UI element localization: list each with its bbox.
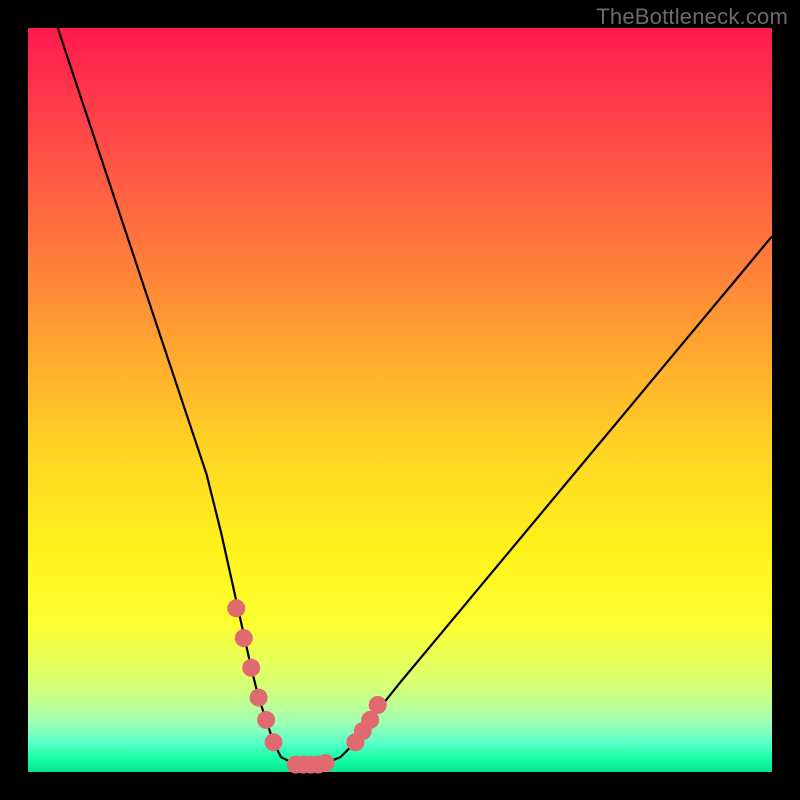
bottleneck-curve xyxy=(58,28,772,765)
marker-dot xyxy=(242,659,260,677)
curve-svg xyxy=(28,28,772,772)
curve-markers xyxy=(227,599,386,773)
marker-dot xyxy=(265,733,283,751)
marker-dot xyxy=(369,696,387,714)
chart-frame: TheBottleneck.com xyxy=(0,0,800,800)
marker-dot xyxy=(317,754,335,772)
marker-dot xyxy=(227,599,245,617)
marker-dot xyxy=(257,711,275,729)
marker-dot xyxy=(250,689,268,707)
watermark-text: TheBottleneck.com xyxy=(596,4,788,30)
plot-area xyxy=(28,28,772,772)
marker-dot xyxy=(235,629,253,647)
